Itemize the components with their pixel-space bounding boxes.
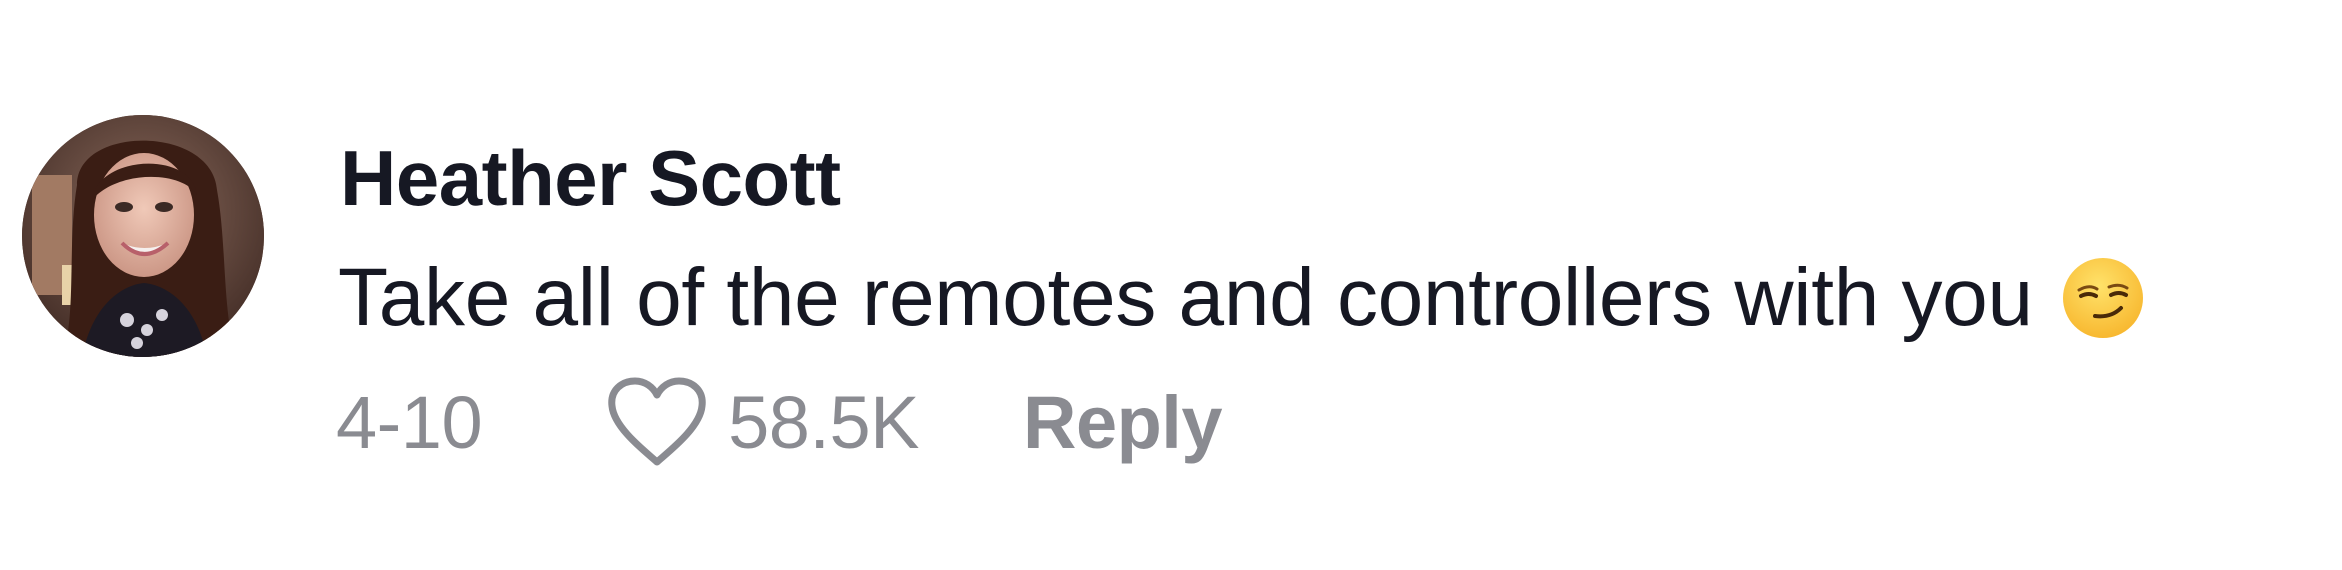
like-button[interactable]: 58.5K [606,376,919,468]
avatar[interactable] [22,115,264,357]
smirking-face-icon [2061,256,2145,340]
comment-date: 4-10 [336,380,483,464]
like-count: 58.5K [728,380,919,464]
comment-meta: 4-10 58.5K Reply [336,372,1223,472]
heart-icon[interactable] [606,376,708,468]
comment-body: Take all of the remotes and controllers … [338,248,2145,348]
comment-text: Take all of the remotes and controllers … [338,252,2033,343]
comment-author[interactable]: Heather Scott [340,132,841,224]
comment-item: Heather Scott Take all of the remotes an… [0,0,2342,570]
reply-button[interactable]: Reply [1023,380,1223,465]
